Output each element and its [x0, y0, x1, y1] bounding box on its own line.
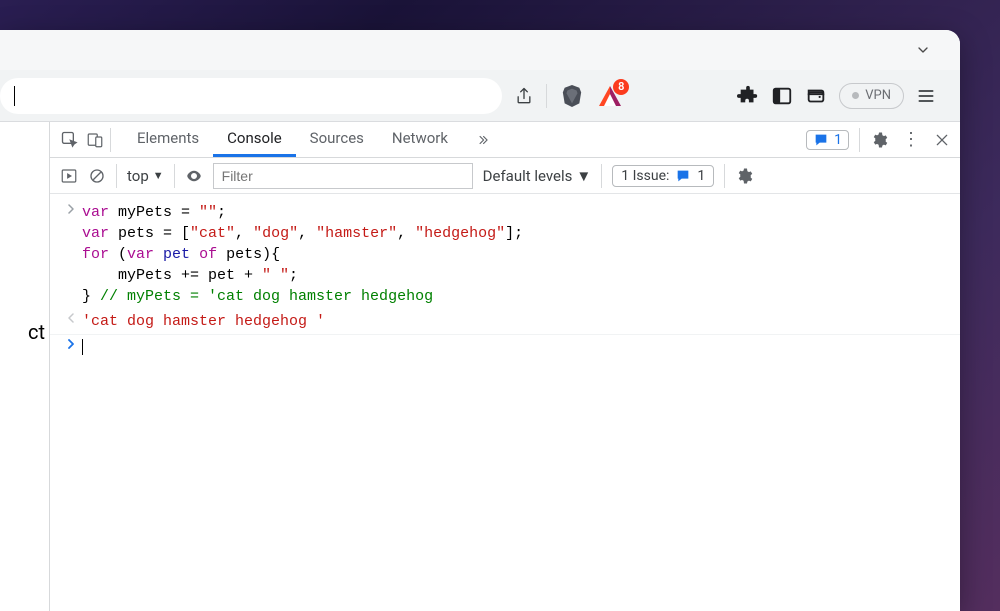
devtools-tabs: Elements Console Sources Network — [123, 122, 462, 157]
message-icon — [813, 132, 829, 148]
tab-strip — [0, 30, 960, 70]
levels-label: Default levels — [483, 167, 573, 185]
divider — [110, 128, 111, 152]
vpn-status-dot — [852, 92, 859, 99]
brave-lion-icon — [561, 83, 583, 109]
chevron-left-icon — [66, 313, 76, 323]
puzzle-icon — [737, 85, 759, 107]
tab-sources[interactable]: Sources — [296, 122, 378, 157]
inspect-element-button[interactable] — [60, 130, 80, 150]
console-toolbar: top ▼ Default levels ▼ 1 Issue: 1 — [50, 158, 960, 194]
console-input-block: var myPets = ""; var pets = ["cat", "dog… — [50, 200, 960, 309]
input-marker — [60, 337, 82, 358]
console-sidebar-button[interactable] — [60, 167, 78, 185]
close-icon — [934, 132, 950, 148]
chevron-right-icon — [66, 204, 76, 214]
console-result: 'cat dog hamster hedgehog ' — [82, 311, 325, 332]
gear-icon — [870, 131, 888, 149]
browser-window: 8 VPN ct — [0, 30, 960, 611]
dropdown-triangle-icon: ▼ — [153, 169, 164, 182]
page-content: ct — [0, 122, 50, 611]
share-button[interactable] — [514, 86, 534, 106]
caret — [82, 339, 83, 355]
chevrons-right-icon — [476, 133, 490, 147]
log-levels-selector[interactable]: Default levels ▼ — [483, 167, 592, 185]
device-icon — [86, 131, 104, 149]
extensions-button[interactable] — [737, 85, 759, 107]
devtools-tabbar-right: 1 ⋮ — [806, 128, 950, 152]
tabs-dropdown-button[interactable] — [914, 41, 932, 59]
address-caret — [14, 86, 15, 106]
page-text-fragment: ct — [28, 320, 45, 344]
devtools-close-button[interactable] — [934, 132, 950, 148]
devtools-tabbar: Elements Console Sources Network 1 — [50, 122, 960, 158]
divider — [174, 164, 175, 188]
device-toolbar-button[interactable] — [86, 131, 104, 149]
hamburger-icon — [916, 86, 936, 106]
divider — [724, 164, 725, 188]
share-icon — [514, 86, 534, 106]
console-prompt-row[interactable] — [50, 335, 960, 360]
panel-icon — [771, 85, 793, 107]
context-label: top — [127, 167, 149, 185]
divider — [601, 164, 602, 188]
issues-button[interactable]: 1 Issue: 1 — [612, 165, 714, 187]
console-body[interactable]: var myPets = ""; var pets = ["cat", "dog… — [50, 194, 960, 611]
filter-input[interactable] — [213, 163, 473, 189]
code: var myPets = ""; var pets = ["cat", "dog… — [82, 202, 523, 307]
tab-console[interactable]: Console — [213, 122, 296, 157]
console-output-row: 'cat dog hamster hedgehog ' — [50, 309, 960, 335]
message-icon — [675, 168, 691, 184]
tab-elements[interactable]: Elements — [123, 122, 213, 157]
chevron-right-icon — [66, 339, 76, 349]
app-menu-button[interactable] — [916, 86, 936, 106]
dropdown-triangle-icon: ▼ — [576, 167, 591, 185]
divider — [116, 164, 117, 188]
rewards-badge: 8 — [613, 79, 629, 95]
issues-count: 1 — [697, 168, 705, 184]
eye-icon — [185, 167, 203, 185]
clear-icon — [88, 167, 106, 185]
divider — [546, 84, 547, 108]
devtools-menu-button[interactable]: ⋮ — [898, 129, 924, 150]
chevron-down-icon — [915, 42, 931, 58]
inspect-icon — [60, 130, 80, 150]
browser-toolbar: 8 VPN — [0, 70, 960, 122]
more-tabs-button[interactable] — [468, 133, 498, 147]
divider — [859, 128, 860, 152]
devtools-panel: Elements Console Sources Network 1 — [50, 122, 960, 611]
messages-count-button[interactable]: 1 — [806, 130, 849, 150]
input-marker — [60, 202, 82, 307]
content-row: ct Elements Console Sources Network — [0, 122, 960, 611]
messages-count: 1 — [834, 132, 842, 148]
issues-label: 1 Issue: — [621, 168, 669, 184]
console-prompt[interactable] — [82, 337, 83, 358]
sidepanel-button[interactable] — [771, 85, 793, 107]
clear-console-button[interactable] — [88, 167, 106, 185]
wallet-button[interactable] — [805, 85, 827, 107]
context-selector[interactable]: top ▼ — [127, 167, 164, 185]
address-bar[interactable] — [0, 78, 502, 114]
wallet-icon — [805, 85, 827, 107]
tab-network[interactable]: Network — [378, 122, 462, 157]
devtools-settings-button[interactable] — [870, 131, 888, 149]
play-panel-icon — [60, 167, 78, 185]
output-marker — [60, 311, 82, 332]
gear-icon — [735, 167, 753, 185]
live-expression-button[interactable] — [185, 167, 203, 185]
brave-shields-button[interactable] — [559, 81, 585, 111]
vpn-label: VPN — [865, 88, 891, 103]
brave-rewards-button[interactable]: 8 — [597, 83, 623, 109]
console-settings-button[interactable] — [735, 167, 753, 185]
vpn-button[interactable]: VPN — [839, 83, 904, 109]
